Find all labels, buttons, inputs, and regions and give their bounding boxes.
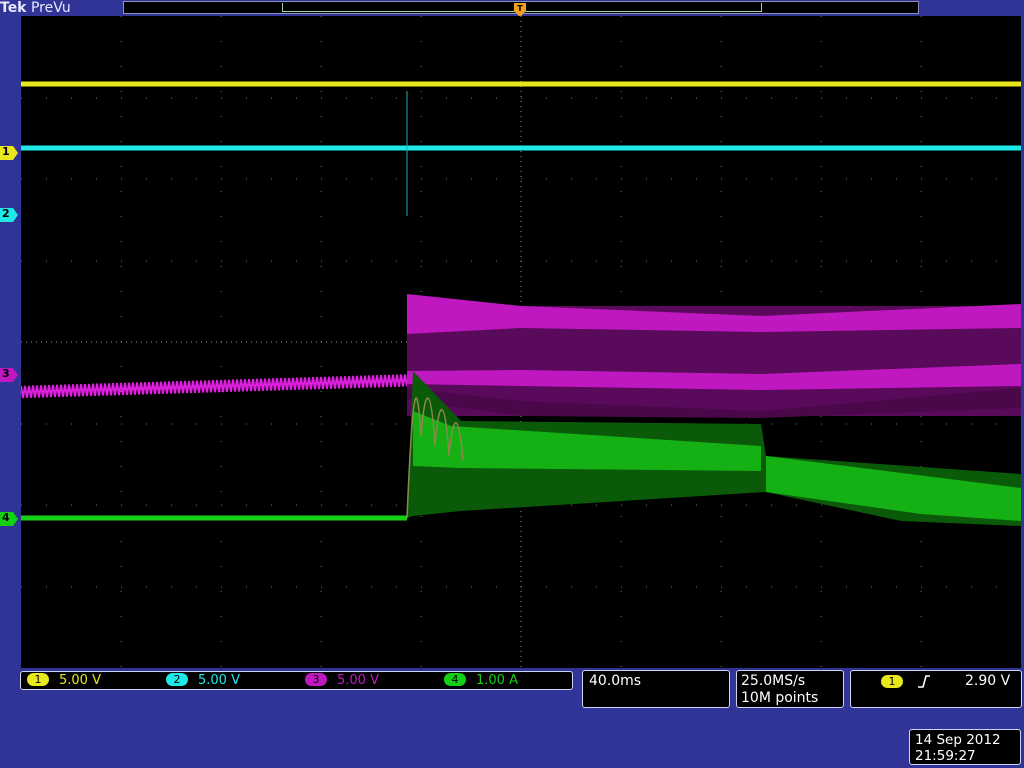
sample-rate: 25.0MS/s [741,673,806,689]
rising-edge-icon [918,675,930,688]
trigger-level: 2.90 V [965,673,1011,689]
trigger-readout[interactable]: 1 2.90 V [850,670,1022,708]
waveform-display[interactable] [21,16,1021,668]
channel-3-ground-marker[interactable]: 3 [0,367,18,382]
trigger-source-badge: 1 [881,675,903,688]
timebase-value: 40.0ms [589,673,642,689]
acquisition-readout[interactable]: 25.0MS/s 10M points [736,670,844,708]
channel-2-waveform [21,91,1021,216]
channel-2-scale-value: 5.00 V [198,673,240,688]
channel-scale-bar: 1 5.00 V 2 5.00 V 3 5.00 V 4 1.00 A [20,671,573,690]
channel-1-ground-marker[interactable]: 1 [0,145,18,160]
channel-2-scale[interactable]: 2 5.00 V [166,672,240,689]
channel-3-scale-value: 5.00 V [337,673,379,688]
top-status-bar: Tek PreVu T [0,0,1024,22]
channel-1-scale[interactable]: 1 5.00 V [27,672,101,689]
channel-1-scale-value: 5.00 V [59,673,101,688]
date-label: 14 Sep 2012 [915,732,1001,748]
acquisition-mode-label: PreVu [30,0,71,16]
channel-2-badge: 2 [166,673,188,686]
channel-3-badge: 3 [305,673,327,686]
channel-2-ground-marker[interactable]: 2 [0,207,18,222]
waveform-canvas [21,16,1021,668]
brand-label: Tek PreVu [0,0,71,16]
channel-4-scale[interactable]: 4 1.00 A [444,672,518,689]
channel-3-scale[interactable]: 3 5.00 V [305,672,379,689]
time-label: 21:59:27 [915,748,976,764]
record-length: 10M points [741,690,819,706]
channel-4-scale-value: 1.00 A [476,673,518,688]
channel-3-waveform [21,294,1021,418]
channel-1-badge: 1 [27,673,49,686]
svg-text:T: T [517,4,523,13]
horizontal-scale-readout[interactable]: 40.0ms [582,670,730,708]
channel-4-ground-marker[interactable]: 4 [0,511,18,526]
brand-logo: Tek [0,0,27,16]
datetime-readout: 14 Sep 2012 21:59:27 [909,729,1021,765]
channel-4-badge: 4 [444,673,466,686]
